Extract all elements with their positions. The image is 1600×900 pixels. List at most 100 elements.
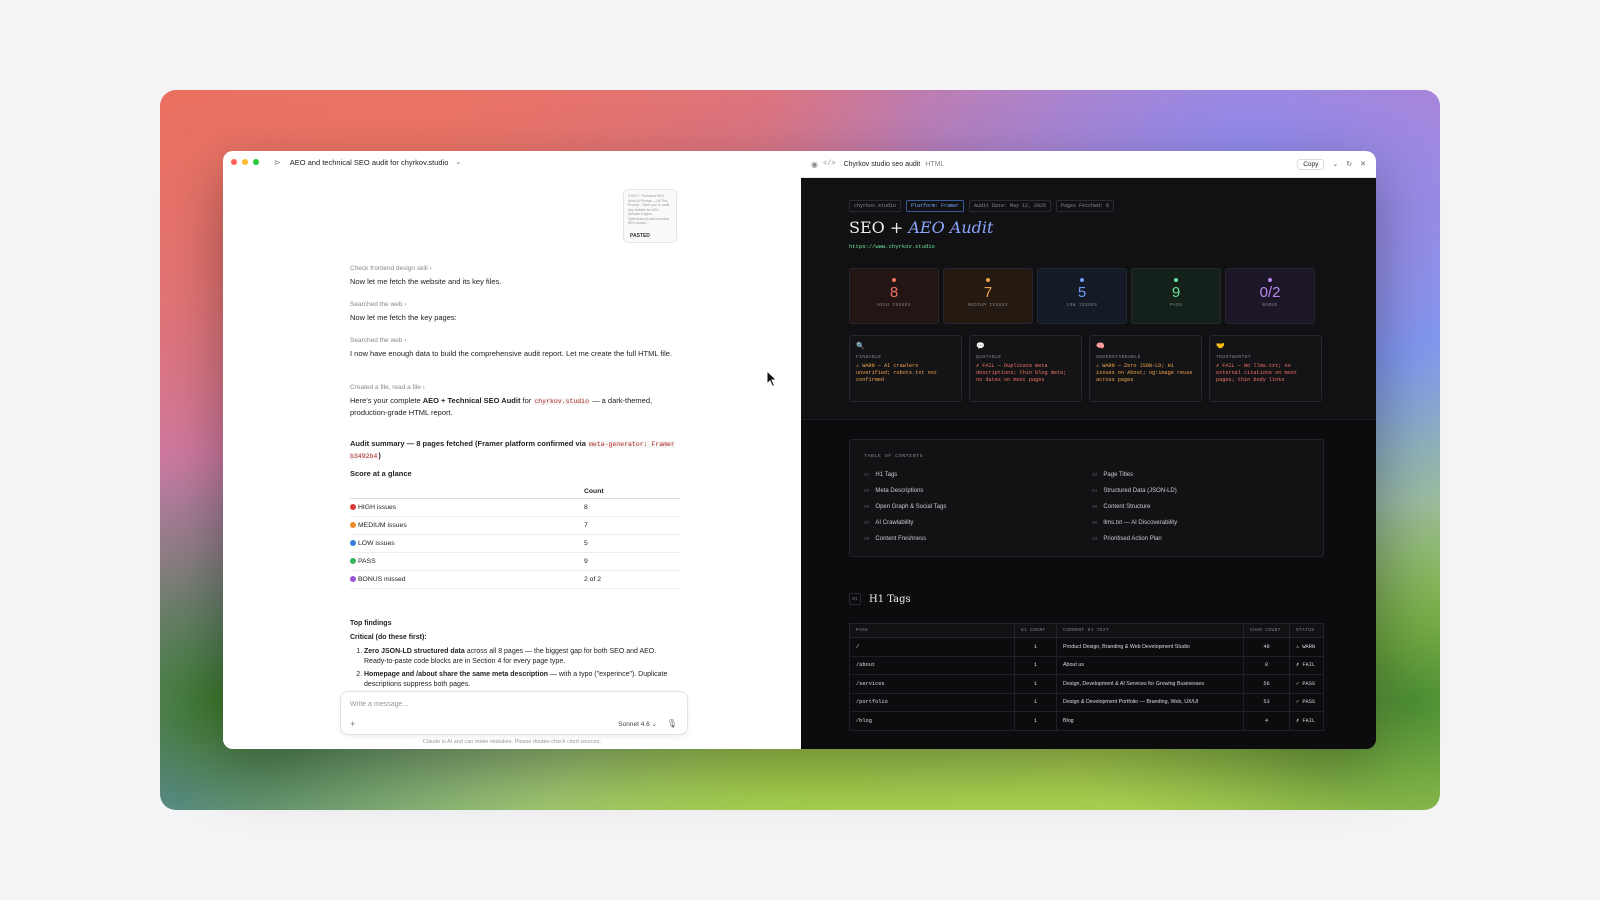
score-row: HIGH issues 8 [350, 498, 680, 517]
h1-count-cell: 1 [1014, 692, 1057, 712]
severity-dot-icon [350, 504, 356, 510]
toc-item[interactable]: 02 Page Titles [1092, 472, 1133, 478]
pillar-status: ✗ FAIL — No llms.txt; no external citati… [1216, 363, 1297, 383]
close-window-button[interactable] [231, 159, 237, 165]
pillar-label: UNDERSTANDABLE [1096, 355, 1141, 360]
score-count: 8 [584, 498, 680, 517]
chip-date: Audit Date: May 12, 2026 [969, 200, 1052, 212]
toc-item[interactable]: 09 Content Freshness [864, 536, 926, 542]
step-label[interactable]: Created a file, read a file › [350, 384, 425, 391]
toc-item[interactable]: 07 AI Crawlability [864, 520, 913, 526]
code-view-icon[interactable]: </> [823, 160, 836, 168]
refresh-icon[interactable]: ↻ [1346, 160, 1352, 168]
findings-title: Top findings [350, 620, 392, 627]
close-icon[interactable]: ✕ [1360, 160, 1366, 168]
preview-eye-icon[interactable]: ◉ [811, 160, 818, 169]
report-body: chyrkov.studio Platform: Framer Audit Da… [801, 178, 1376, 749]
pillar-icon: 🔍 [856, 343, 865, 351]
step-label[interactable]: Searched the web › [350, 337, 406, 344]
chevron-down-icon[interactable]: ⌄ [1332, 160, 1338, 168]
col-header-h1-count: H1 COUNT [1014, 623, 1057, 638]
table-row: /services 1 Design, Development & AI Servi… [849, 674, 1324, 694]
score-count: 5 [584, 534, 680, 553]
chat-title[interactable]: AEO and technical SEO audit for chyrkov.… [290, 158, 449, 167]
col-header-char-count: CHAR COUNT [1243, 623, 1290, 638]
artifact-title: Chyrkov studio seo audit [843, 160, 921, 168]
report-hero: chyrkov.studio Platform: Framer Audit Da… [801, 178, 1376, 420]
stat-number: 8 [889, 284, 899, 301]
toc-number: 08 [1092, 521, 1098, 526]
toc-number: 06 [1092, 505, 1098, 510]
disclaimer: Claude is AI and can make mistakes. Plea… [422, 739, 602, 745]
toc-label: Content Structure [1103, 504, 1151, 510]
step-label[interactable]: Check frontend design skill › [350, 265, 432, 272]
artifact-header: ◉ </> Chyrkov studio seo audit HTML Copy… [801, 151, 1376, 178]
audit-summary: Audit summary — 8 pages fetched (Framer … [350, 439, 675, 460]
pasted-preview: # AEO + Technical SEO Audit AI Prompt — … [628, 194, 670, 225]
pillar-icon: 💬 [976, 343, 985, 351]
severity-dot-icon [350, 540, 356, 546]
toc-label: TABLE OF CONTENTS [864, 454, 924, 459]
finding-item: Zero JSON-LD structured data across all … [364, 647, 680, 667]
model-selector[interactable]: Sonnet 4.6 ⌄ [618, 720, 657, 728]
pasted-label: PASTED [630, 232, 650, 239]
copy-button[interactable]: Copy [1297, 158, 1325, 170]
severity-dot-icon [350, 576, 356, 582]
toc-item[interactable]: 08 llms.txt — AI Discoverability [1092, 520, 1177, 526]
pasted-attachment[interactable]: # AEO + Technical SEO Audit AI Prompt — … [623, 189, 677, 243]
stat-card: 7 MEDIUM ISSUES [943, 268, 1033, 324]
score-table: Count HIGH issues 8 MEDIUM issues 7 LOW issu… [350, 485, 680, 589]
meta-chips: chyrkov.studio Platform: Framer Audit Da… [849, 200, 1115, 212]
stat-card: 5 LOW ISSUES [1037, 268, 1127, 324]
microphone-icon[interactable]: 🎙 [667, 719, 677, 728]
stat-label: MEDIUM ISSUES [967, 303, 1009, 308]
page-cell: / [849, 637, 1015, 657]
pillar-label: FINDABLE [856, 355, 882, 360]
stat-card: 0/2 BONUS [1225, 268, 1315, 324]
toc-number: 09 [864, 537, 870, 542]
toc-item[interactable]: 01 H1 Tags [864, 472, 897, 478]
score-label: PASS [350, 552, 584, 571]
stat-card: 9 PASS [1131, 268, 1221, 324]
stat-dot-icon [986, 278, 990, 282]
h1-count-cell: 1 [1014, 711, 1057, 731]
message-composer[interactable]: Write a message... + Sonnet 4.6 ⌄ 🎙 [340, 691, 688, 735]
toc-item[interactable]: 06 Content Structure [1092, 504, 1150, 510]
toc-item[interactable]: 05 Open Graph & Social Tags [864, 504, 946, 510]
stat-label: BONUS [1262, 303, 1278, 308]
char-count-cell: 56 [1243, 674, 1290, 694]
h1-count-cell: 1 [1014, 637, 1057, 657]
h1-text-cell: Design, Development & AI Services for Gr… [1056, 674, 1244, 694]
sidebar-toggle-icon[interactable]: ⊳ [274, 158, 281, 167]
report-title: SEO + AEO Audit [849, 218, 994, 237]
step-label[interactable]: Searched the web › [350, 301, 406, 308]
page-cell: /services [849, 674, 1015, 694]
table-row: /1 Product Design, Branding & Web Develop… [849, 637, 1324, 657]
stat-dot-icon [1268, 278, 1272, 282]
top-findings: Top findings Critical (do these first): … [350, 619, 680, 693]
critical-title: Critical (do these first): [350, 634, 427, 641]
toc-item[interactable]: 03 Meta Descriptions [864, 488, 923, 494]
title-bar: ⊳ AEO and technical SEO audit for chyrko… [223, 151, 801, 173]
h1-text-cell: Blog [1056, 711, 1244, 731]
score-row: PASS 9 [350, 552, 680, 571]
toc-item[interactable]: 04 Structured Data (JSON-LD) [1092, 488, 1177, 494]
minimize-window-button[interactable] [242, 159, 248, 165]
message-input[interactable]: Write a message... [350, 701, 408, 708]
severity-dot-icon [350, 558, 356, 564]
char-count-cell: 49 [1243, 637, 1290, 657]
toc-item[interactable]: 10 Prioritised Action Plan [1092, 536, 1162, 542]
toc-label: Content Freshness [875, 536, 927, 542]
maximize-window-button[interactable] [253, 159, 259, 165]
col-header-count: Count [584, 485, 680, 499]
score-label: HIGH issues [350, 498, 584, 517]
report-url[interactable]: https://www.chyrkov.studio [849, 243, 935, 250]
h1-text-cell: About us [1056, 655, 1244, 675]
chevron-down-icon[interactable]: ⌄ [455, 158, 461, 166]
table-row: /blog 1 Blog 4 ✗ FAIL [849, 711, 1324, 731]
plus-icon[interactable]: + [350, 719, 355, 729]
severity-dot-icon [350, 522, 356, 528]
stat-dot-icon [1080, 278, 1084, 282]
stat-dot-icon [1174, 278, 1178, 282]
stat-label: PASS [1169, 303, 1183, 308]
